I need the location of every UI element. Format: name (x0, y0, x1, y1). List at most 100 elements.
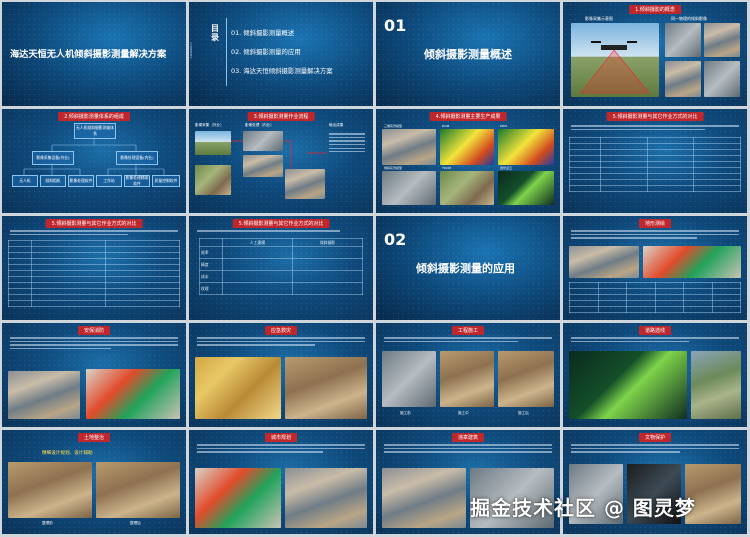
contents-divider (226, 18, 227, 86)
org-leaf-1: 无人机 (12, 175, 38, 187)
product-label-5: TDOM (442, 166, 452, 170)
slide-comparison-3[interactable]: 5.倾斜摄影测量与其它作业方式的对比 人工建模 倾斜摄影 效率 精度 成本 纹理 (189, 216, 373, 320)
slide-system-composition[interactable]: 2.倾斜摄影测量体系的组成 无人机倾斜摄影测量体系 影像采集设备(外业) 影像处… (2, 109, 186, 213)
body-text (571, 442, 739, 455)
route-image-2 (691, 351, 741, 419)
slide-urban-planning[interactable]: 城市规划 (189, 430, 373, 534)
section-number: 01 (384, 16, 407, 35)
intro-text (10, 228, 178, 237)
slide-cover[interactable]: 海达天恒无人机倾斜摄影测量解决方案 (2, 2, 186, 106)
slide-badge: 文物保护 (638, 433, 672, 442)
oblique-image-4 (704, 61, 740, 97)
security-image-2 (86, 369, 180, 419)
contents-item-3: 03. 海达天恒倾斜摄影测量解决方案 (231, 67, 333, 75)
product-label-1: 三维实景模型 (384, 124, 403, 128)
row-label-precision: 精度 (199, 258, 223, 271)
slide-badge: 道路选线 (638, 326, 672, 335)
slide-badge: 应急救灾 (264, 326, 298, 335)
org-mid-1: 影像采集设备(外业) (32, 151, 74, 165)
oblique-image-1 (665, 23, 701, 57)
product-label-2: DOM (442, 124, 450, 128)
slide-badge: 地形测绘 (638, 219, 672, 228)
slide-land-consolidation[interactable]: 土地整治 精细设计规划、设计辅助 整理前 整理后 (2, 430, 186, 534)
contents-item-1: 01. 倾斜摄影测量概述 (231, 29, 295, 37)
emergency-image-2 (285, 357, 367, 419)
slide-products[interactable]: 4.倾斜摄影测量主要生产成果 三维实景模型 DOM DEM 倾斜实景模型 TDO… (376, 109, 560, 213)
topo-image-2 (643, 246, 741, 278)
body-text (571, 335, 739, 344)
workflow-arrows (231, 140, 327, 169)
body-text (197, 442, 365, 455)
caption-after: 整理后 (130, 521, 141, 525)
caption-before: 整理前 (42, 521, 53, 525)
row-label-efficiency: 效率 (199, 246, 223, 259)
comparison-table (569, 137, 741, 192)
product-label-3: DEM (500, 124, 507, 128)
construction-image-1 (382, 351, 436, 407)
body-text (10, 335, 178, 352)
caption-after: 施工后 (518, 411, 529, 415)
product-image-2 (440, 129, 494, 165)
intro-text (571, 123, 739, 132)
body-text (384, 335, 552, 344)
slide-section-02[interactable]: 02 倾斜摄影测量的应用 (376, 216, 560, 320)
slide-badge: 5.倾斜摄影测量与其它作业方式的对比 (45, 219, 143, 228)
slide-badge: 工程施工 (451, 326, 485, 335)
org-mid-2: 影像处理设备(内业) (116, 151, 158, 165)
slide-badge: 5.倾斜摄影测量与其它作业方式的对比 (606, 112, 704, 121)
caption-before: 施工前 (400, 411, 411, 415)
row-label-texture: 纹理 (199, 282, 223, 295)
slide-section-01[interactable]: 01 倾斜摄影测量概述 (376, 2, 560, 106)
contents-label-en: CONTENTS (189, 42, 193, 59)
watermark-text: 掘金技术社区 @ 图灵梦 (470, 496, 696, 520)
product-label-6: 激光点云 (500, 166, 513, 170)
slide-badge: 安保消防 (77, 326, 111, 335)
illegal-image-1 (382, 468, 466, 528)
product-image-6 (498, 171, 554, 205)
emergency-image-1 (195, 357, 281, 419)
urban-image-2 (285, 468, 367, 528)
drone-icon (580, 41, 650, 94)
route-image-1 (569, 351, 687, 419)
slide-workflow[interactable]: 3.倾斜摄影测量作业流程 影像采集（外业） 影像处理（内业） 输出成果 (189, 109, 373, 213)
slide-emergency[interactable]: 应急救灾 (189, 323, 373, 427)
org-leaf-5: 影像处理辅助软件 (124, 175, 150, 187)
product-image-5 (440, 171, 494, 205)
contents-item-2: 02. 倾斜摄影测量的应用 (231, 48, 301, 56)
slide-badge: 违章建筑 (451, 433, 485, 442)
slide-construction[interactable]: 工程施工 施工前 施工中 施工后 (376, 323, 560, 427)
intro-text (197, 228, 365, 234)
slide-topographic-mapping[interactable]: 地形测绘 (563, 216, 747, 320)
org-root: 无人机倾斜摄影测量体系 (74, 123, 116, 139)
security-image-1 (8, 371, 80, 419)
comparison-table (8, 240, 180, 307)
topo-image-1 (569, 246, 639, 278)
slide-badge: 城市规划 (264, 433, 298, 442)
section-number: 02 (384, 230, 407, 249)
caption-during: 施工中 (458, 411, 469, 415)
slide-comparison-2[interactable]: 5.倾斜摄影测量与其它作业方式的对比 (2, 216, 186, 320)
product-image-3 (498, 129, 554, 165)
header-manual: 人工建模 (222, 238, 293, 247)
org-leaf-3: 影像处理软件 (68, 175, 94, 187)
section-title: 倾斜摄影测量的应用 (416, 262, 515, 275)
topo-table (569, 282, 741, 313)
manual-vs-oblique-table: 人工建模 倾斜摄影 效率 精度 成本 纹理 (199, 238, 363, 295)
product-label-4: 倾斜实景模型 (384, 166, 403, 170)
slide-badge: 1.倾斜摄影的概念 (629, 5, 681, 14)
slide-comparison-1[interactable]: 5.倾斜摄影测量与其它作业方式的对比 (563, 109, 747, 213)
contents-label: 目录 (211, 24, 219, 42)
land-subtitle: 精细设计规划、设计辅助 (42, 451, 93, 456)
slide-contents[interactable]: 目录 CONTENTS 01. 倾斜摄影测量概述 02. 倾斜摄影测量的应用 0… (189, 2, 373, 106)
land-image-before (8, 462, 92, 518)
section-title: 倾斜摄影测量概述 (424, 48, 512, 61)
body-text (571, 228, 739, 241)
body-text (384, 442, 552, 455)
oblique-image-2 (704, 23, 740, 57)
slide-road-route[interactable]: 道路选线 (563, 323, 747, 427)
construction-image-3 (498, 351, 554, 407)
slide-concept[interactable]: 1.倾斜摄影的概念 影像采集示意图 同一物理的倾斜影像 (563, 2, 747, 106)
cover-title: 海达天恒无人机倾斜摄影测量解决方案 (10, 49, 167, 60)
oblique-image-3 (665, 61, 701, 97)
slide-security[interactable]: 安保消防 (2, 323, 186, 427)
